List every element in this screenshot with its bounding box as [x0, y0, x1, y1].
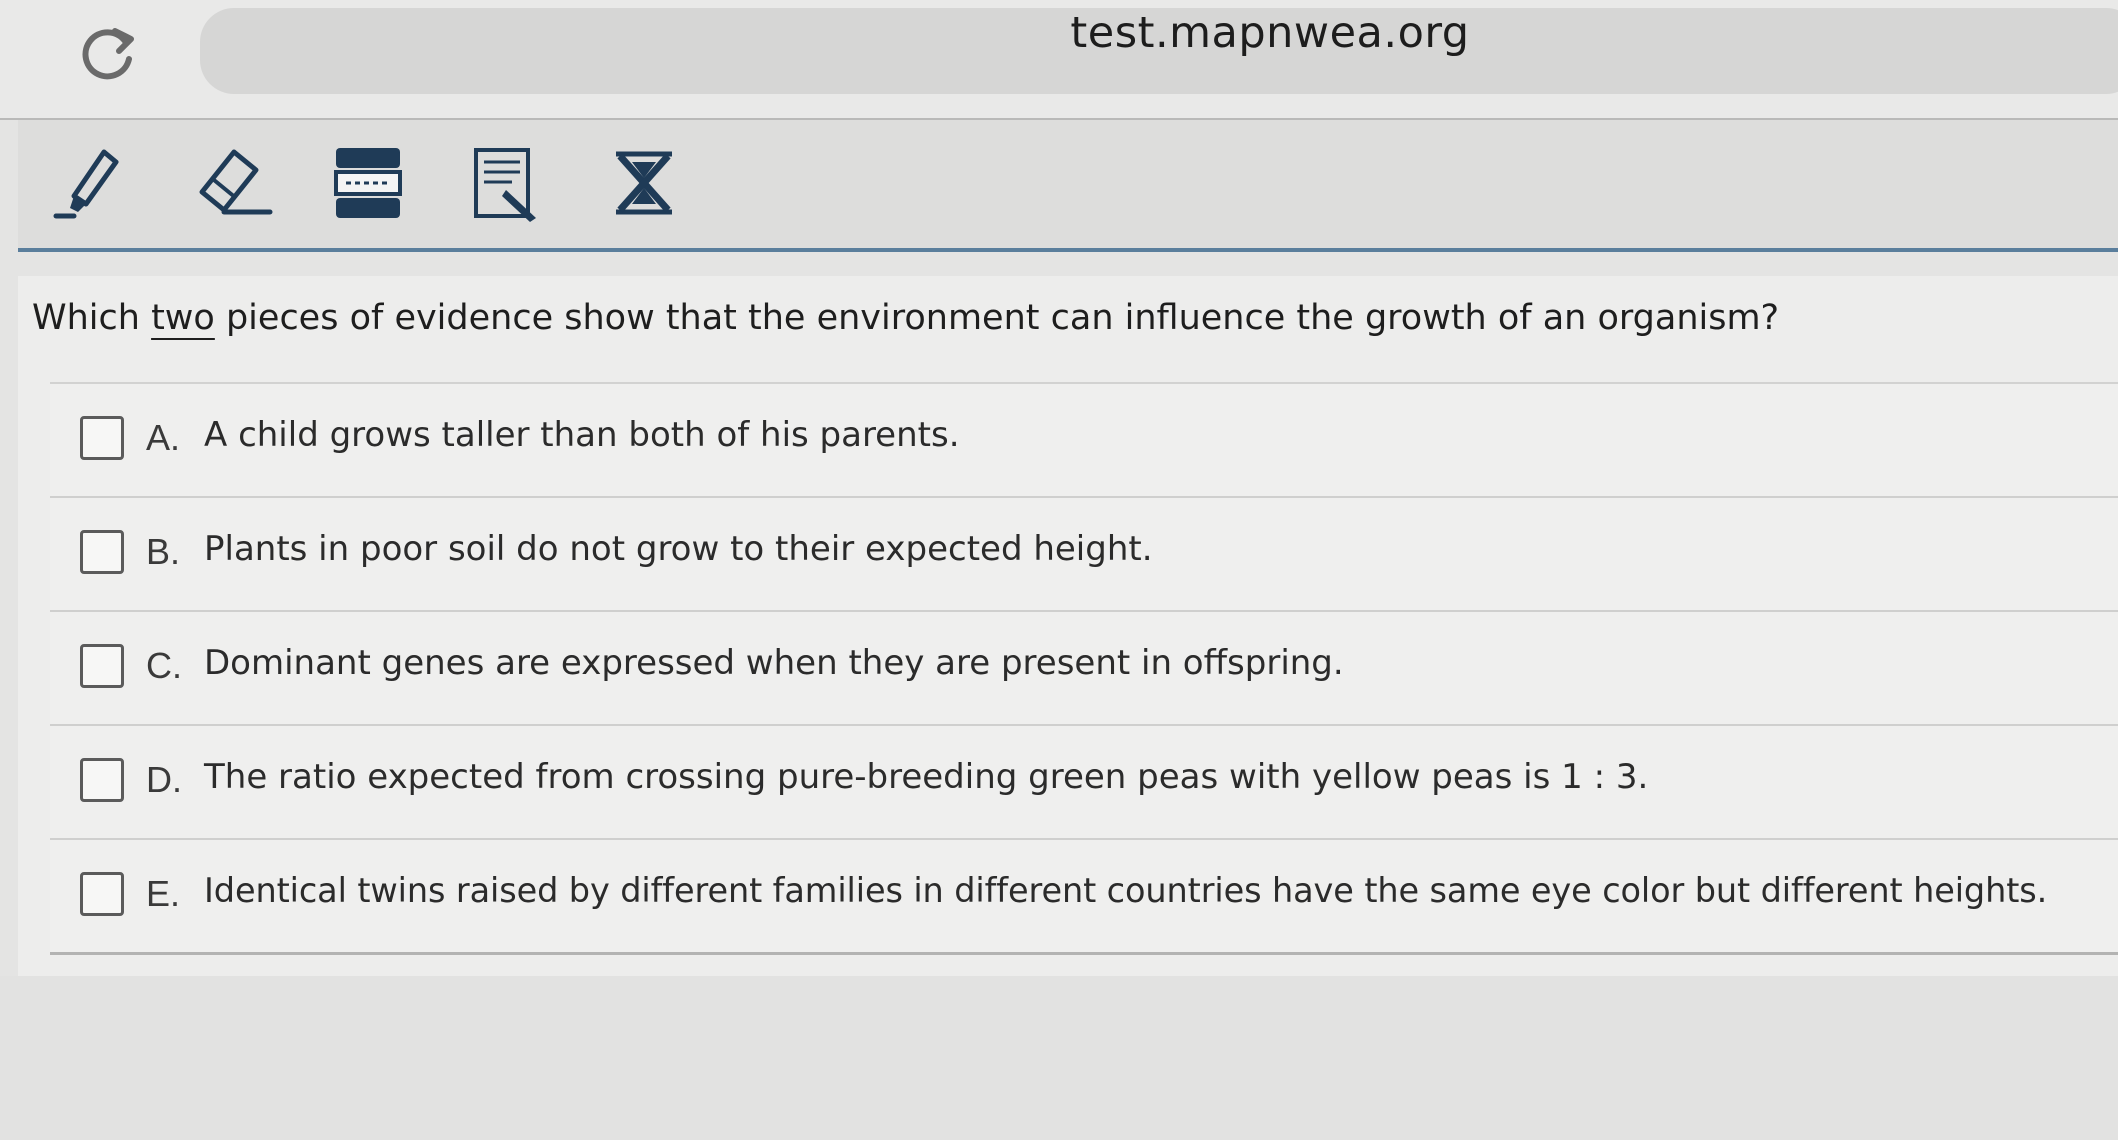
question-prompt: Which two pieces of evidence show that t…: [32, 298, 1779, 338]
option-letter: E.: [146, 873, 181, 914]
answer-option-b[interactable]: B. Plants in poor soil do not grow to th…: [50, 498, 2118, 612]
line-reader-tool[interactable]: [326, 142, 410, 226]
line-reader-icon: [326, 142, 410, 226]
option-letter: C.: [146, 645, 182, 686]
option-text: Dominant genes are expressed when they a…: [204, 643, 1344, 683]
question-panel: Which two pieces of evidence show that t…: [18, 276, 2118, 976]
highlighter-icon: [52, 142, 136, 226]
option-text: Plants in poor soil do not grow to their…: [204, 529, 1153, 569]
answer-eliminator-tool[interactable]: [602, 142, 686, 226]
question-prefix: Which: [32, 298, 152, 338]
answer-option-d[interactable]: D. The ratio expected from crossing pure…: [50, 726, 2118, 840]
option-letter: A.: [146, 417, 181, 458]
notepad-pencil-icon: [464, 142, 548, 226]
checkbox[interactable]: [80, 758, 124, 802]
option-text: Identical twins raised by different fami…: [204, 871, 2048, 910]
notepad-tool[interactable]: [464, 142, 548, 226]
answer-option-c[interactable]: C. Dominant genes are expressed when the…: [50, 612, 2118, 726]
browser-bar: test.mapnwea.org: [0, 0, 2118, 120]
answer-eliminator-icon: [602, 142, 686, 226]
checkbox[interactable]: [80, 530, 124, 574]
option-letter: D.: [146, 759, 182, 800]
answer-option-e[interactable]: E. Identical twins raised by different f…: [50, 840, 2118, 955]
checkbox[interactable]: [80, 416, 124, 460]
checkbox[interactable]: [80, 644, 124, 688]
checkbox[interactable]: [80, 872, 124, 916]
option-text: The ratio expected from crossing pure-br…: [204, 757, 1649, 797]
test-toolbar: [18, 120, 2118, 252]
url-text: test.mapnwea.org: [1070, 8, 1470, 58]
question-emphasis: two: [151, 298, 215, 338]
highlighter-tool[interactable]: [52, 142, 136, 226]
option-letter: B.: [146, 531, 181, 572]
eraser-icon: [190, 142, 274, 226]
option-text: A child grows taller than both of his pa…: [204, 415, 960, 455]
eraser-tool[interactable]: [190, 142, 274, 226]
empty-page-area: [0, 976, 2118, 1140]
question-suffix: pieces of evidence show that the environ…: [214, 298, 1780, 338]
answer-options: A. A child grows taller than both of his…: [50, 382, 2118, 955]
answer-option-a[interactable]: A. A child grows taller than both of his…: [50, 384, 2118, 498]
